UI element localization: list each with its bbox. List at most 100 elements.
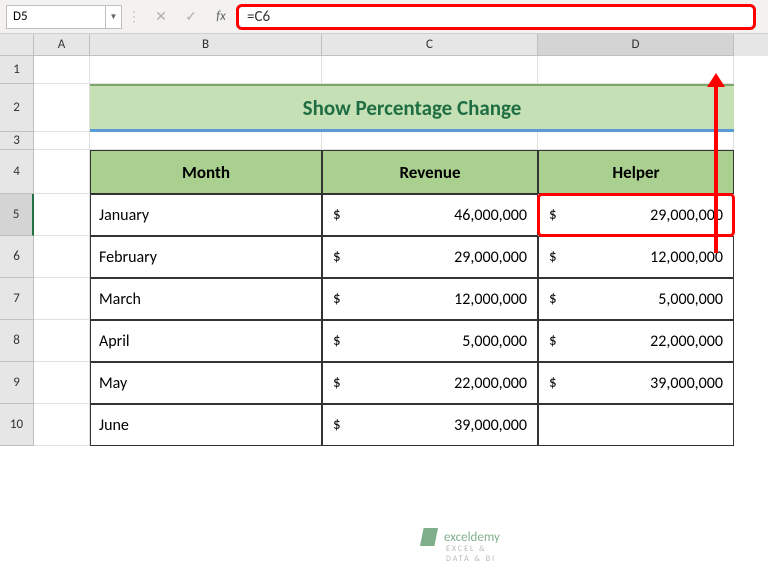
header-revenue[interactable]: Revenue xyxy=(322,150,538,194)
annotation-arrow xyxy=(714,85,718,253)
watermark: exceldemy EXCEL & DATA & BI xyxy=(420,528,500,546)
cell-helper[interactable]: $39,000,000 xyxy=(538,362,734,404)
currency-symbol: $ xyxy=(333,374,341,392)
row-header-2[interactable]: 2 xyxy=(0,84,34,132)
cell[interactable] xyxy=(538,56,734,84)
currency-symbol: $ xyxy=(549,290,557,308)
currency-symbol: $ xyxy=(333,332,341,350)
cell[interactable] xyxy=(34,132,90,150)
cell-value: 12,000,000 xyxy=(650,248,723,267)
currency-symbol: $ xyxy=(333,248,341,266)
col-header-b[interactable]: B xyxy=(90,34,322,56)
formula-bar: D5 ▼ ⋮ ✕ ✓ fx =C6 xyxy=(0,0,768,34)
cell-helper[interactable]: $5,000,000 xyxy=(538,278,734,320)
spreadsheet-grid: A B C D 1 2 Show Percentage Change 3 4 M… xyxy=(0,34,768,446)
cell[interactable] xyxy=(322,56,538,84)
cell[interactable] xyxy=(34,320,90,362)
row-header-6[interactable]: 6 xyxy=(0,236,34,278)
col-header-c[interactable]: C xyxy=(322,34,538,56)
cell-value: 22,000,000 xyxy=(454,374,527,393)
cell-helper-empty[interactable] xyxy=(538,404,734,446)
currency-symbol: $ xyxy=(333,416,341,434)
row-header-3[interactable]: 3 xyxy=(0,132,34,150)
row-3: 3 xyxy=(0,132,768,150)
watermark-brand: exceldemy xyxy=(444,530,500,545)
row-2: 2 Show Percentage Change xyxy=(0,84,768,132)
currency-symbol: $ xyxy=(333,206,341,224)
cell-value: 46,000,000 xyxy=(454,206,527,225)
header-month[interactable]: Month xyxy=(90,150,322,194)
logo-icon xyxy=(420,528,438,546)
cell[interactable] xyxy=(34,150,90,194)
cell[interactable] xyxy=(322,132,538,150)
cell-month[interactable]: February xyxy=(90,236,322,278)
cell[interactable] xyxy=(34,194,90,236)
cell-month[interactable]: April xyxy=(90,320,322,362)
row-5: 5 January $46,000,000 $29,000,000 xyxy=(0,194,768,236)
cell[interactable] xyxy=(34,404,90,446)
cell-month[interactable]: May xyxy=(90,362,322,404)
cell[interactable] xyxy=(34,236,90,278)
header-helper[interactable]: Helper xyxy=(538,150,734,194)
cell-value: 22,000,000 xyxy=(650,332,723,351)
currency-symbol: $ xyxy=(549,332,557,350)
cell-revenue[interactable]: $29,000,000 xyxy=(322,236,538,278)
cell-value: 39,000,000 xyxy=(650,374,723,393)
separator: ⋮ xyxy=(122,8,146,25)
row-6: 6 February $29,000,000 $12,000,000 xyxy=(0,236,768,278)
fx-label[interactable]: fx xyxy=(206,9,236,24)
cell[interactable] xyxy=(34,84,90,132)
title-cell[interactable]: Show Percentage Change xyxy=(90,84,734,132)
cancel-icon[interactable]: ✕ xyxy=(146,5,176,29)
row-header-8[interactable]: 8 xyxy=(0,320,34,362)
cell-revenue[interactable]: $12,000,000 xyxy=(322,278,538,320)
cell[interactable] xyxy=(34,56,90,84)
row-header-1[interactable]: 1 xyxy=(0,56,34,84)
row-1: 1 xyxy=(0,56,768,84)
cell[interactable] xyxy=(34,362,90,404)
column-headers: A B C D xyxy=(0,34,768,56)
cell-month[interactable]: June xyxy=(90,404,322,446)
col-header-a[interactable]: A xyxy=(34,34,90,56)
row-header-5[interactable]: 5 xyxy=(0,194,34,236)
row-header-10[interactable]: 10 xyxy=(0,404,34,446)
cell[interactable] xyxy=(538,132,734,150)
row-header-7[interactable]: 7 xyxy=(0,278,34,320)
row-header-4[interactable]: 4 xyxy=(0,150,34,194)
select-all-corner[interactable] xyxy=(0,34,34,56)
row-8: 8 April $5,000,000 $22,000,000 xyxy=(0,320,768,362)
formula-input[interactable]: =C6 xyxy=(236,4,756,30)
cell[interactable] xyxy=(34,278,90,320)
currency-symbol: $ xyxy=(333,290,341,308)
name-box-dropdown[interactable]: ▼ xyxy=(106,5,122,29)
cell-month[interactable]: March xyxy=(90,278,322,320)
cell-revenue[interactable]: $5,000,000 xyxy=(322,320,538,362)
currency-symbol: $ xyxy=(549,206,557,224)
cell-value: 29,000,000 xyxy=(650,206,723,225)
cell-helper[interactable]: $22,000,000 xyxy=(538,320,734,362)
row-4: 4 Month Revenue Helper xyxy=(0,150,768,194)
cell[interactable] xyxy=(90,132,322,150)
cell-month[interactable]: January xyxy=(90,194,322,236)
cell-helper[interactable]: $12,000,000 xyxy=(538,236,734,278)
watermark-sub: EXCEL & DATA & BI xyxy=(446,544,500,564)
col-header-d[interactable]: D xyxy=(538,34,734,56)
cell-value: 5,000,000 xyxy=(462,332,527,351)
cell-revenue[interactable]: $39,000,000 xyxy=(322,404,538,446)
row-7: 7 March $12,000,000 $5,000,000 xyxy=(0,278,768,320)
currency-symbol: $ xyxy=(549,248,557,266)
row-10: 10 June $39,000,000 xyxy=(0,404,768,446)
cell-revenue[interactable]: $46,000,000 xyxy=(322,194,538,236)
cell-helper-selected[interactable]: $29,000,000 xyxy=(538,194,734,236)
currency-symbol: $ xyxy=(549,374,557,392)
row-header-9[interactable]: 9 xyxy=(0,362,34,404)
cell[interactable] xyxy=(90,56,322,84)
name-box[interactable]: D5 xyxy=(6,5,106,29)
enter-icon[interactable]: ✓ xyxy=(176,5,206,29)
cell-value: 12,000,000 xyxy=(454,290,527,309)
cell-value: 29,000,000 xyxy=(454,248,527,267)
cell-value: 39,000,000 xyxy=(454,416,527,435)
cell-value: 5,000,000 xyxy=(658,290,723,309)
row-9: 9 May $22,000,000 $39,000,000 xyxy=(0,362,768,404)
cell-revenue[interactable]: $22,000,000 xyxy=(322,362,538,404)
